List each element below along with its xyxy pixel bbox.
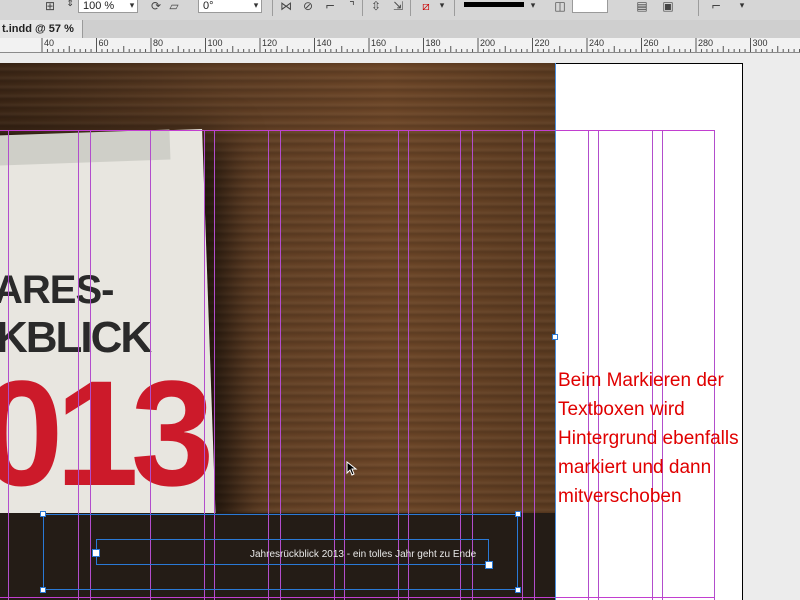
frame-edge-guide xyxy=(555,63,556,600)
annotation-line: Textboxen wird xyxy=(558,399,685,420)
frame-handle[interactable] xyxy=(92,549,100,557)
ruler-label: 100 xyxy=(207,38,223,48)
frame-handle[interactable] xyxy=(485,561,493,569)
ruler-label: 120 xyxy=(262,38,278,48)
ruler-label: 200 xyxy=(480,38,496,48)
stroke-dropdown-icon[interactable]: ▾ xyxy=(527,0,539,12)
fill-none-icon[interactable]: ⧄ xyxy=(418,0,434,14)
flip-horizontal-icon[interactable]: ⋈ xyxy=(278,0,294,14)
column-guide xyxy=(714,130,715,600)
angle-dropdown-icon[interactable]: ▾ xyxy=(250,0,262,12)
bracket-icon[interactable]: ⌝ xyxy=(344,0,360,14)
ruler-label: 180 xyxy=(425,38,441,48)
text-wrap-icon[interactable]: ▤ xyxy=(634,0,650,14)
effects-icon[interactable]: ▣ xyxy=(660,0,676,14)
column-guide xyxy=(652,130,653,600)
corner-icon[interactable]: ⌐ xyxy=(708,0,724,14)
scale-dropdown-icon[interactable]: ▾ xyxy=(126,0,138,12)
annotation-line: markiert und dann xyxy=(558,457,712,478)
document-tab[interactable]: t.indd @ 57 % xyxy=(0,20,83,38)
ruler-label: 260 xyxy=(643,38,659,48)
cursor-icon xyxy=(346,461,358,476)
column-guide xyxy=(522,130,523,600)
select-container-icon[interactable]: ⊘ xyxy=(300,0,316,14)
ruler-label: 280 xyxy=(698,38,714,48)
separator xyxy=(272,0,273,16)
annotation-line: mitverschoben xyxy=(558,486,682,507)
annotation-line: Beim Markieren der xyxy=(558,370,724,391)
calendar-year: 013 xyxy=(0,349,214,517)
column-guide xyxy=(598,130,599,600)
frame-handle[interactable] xyxy=(515,587,521,593)
frame-handle[interactable] xyxy=(515,511,521,517)
frame-handle[interactable] xyxy=(552,334,558,340)
rotate-icon[interactable]: ⟳ xyxy=(148,0,164,14)
separator xyxy=(698,0,699,16)
column-guide xyxy=(534,130,535,600)
document-tab-bar: t.indd @ 57 % xyxy=(0,20,800,39)
ruler-ticks xyxy=(41,38,800,52)
ruler-label: 300 xyxy=(752,38,768,48)
scale-icon: ⊞ xyxy=(44,0,56,13)
separator xyxy=(454,0,455,16)
calendar-text-line1: ARES- xyxy=(0,268,114,312)
stroke-weight-preview[interactable] xyxy=(464,2,524,7)
separator xyxy=(410,0,411,16)
opacity-icon[interactable]: ◫ xyxy=(552,0,568,14)
select-content-icon[interactable]: ⌐ xyxy=(322,0,338,14)
control-bar: ⊞ ⇕ 100 % ▾ ⟳ ▱ 0° ▾ ⋈ ⊘ ⌐ ⌝ ⇳ ⇲ ⧄ ▾ ▾ ◫… xyxy=(0,0,800,21)
shear-icon[interactable]: ▱ xyxy=(166,0,182,14)
ruler-label: 160 xyxy=(371,38,387,48)
corner-dropdown-icon[interactable]: ▾ xyxy=(736,0,748,12)
frame-handle[interactable] xyxy=(40,511,46,517)
opacity-field[interactable] xyxy=(572,0,608,13)
ruler-label: 80 xyxy=(153,38,164,48)
ruler-label: 220 xyxy=(534,38,550,48)
column-guide xyxy=(662,130,663,600)
column-guide xyxy=(588,130,589,600)
frame-handle[interactable] xyxy=(40,587,46,593)
column-guide xyxy=(8,130,9,600)
annotation-line: Hintergrund ebenfalls xyxy=(558,428,739,449)
horizontal-ruler[interactable]: 40 60 80 100 120 140 160 180 200 220 240 260 280 300 xyxy=(0,38,800,53)
margin-guide-bottom xyxy=(0,597,714,598)
caption-text[interactable]: Jahresrückblick 2013 - ein tolles Jahr g… xyxy=(250,549,476,560)
ruler-label: 240 xyxy=(589,38,605,48)
margin-guide-top xyxy=(0,130,714,131)
ruler-label: 140 xyxy=(316,38,332,48)
scale-stepper[interactable]: ⇕ xyxy=(64,0,76,10)
annotation-text: Beim Markieren der Textboxen wird Hinter… xyxy=(558,366,798,511)
distribute-icon[interactable]: ⇲ xyxy=(390,0,406,14)
separator xyxy=(362,0,363,16)
fill-dropdown-icon[interactable]: ▾ xyxy=(436,0,448,12)
align-icon[interactable]: ⇳ xyxy=(368,0,384,14)
ruler-label: 40 xyxy=(44,38,55,48)
ruler-label: 60 xyxy=(98,38,109,48)
